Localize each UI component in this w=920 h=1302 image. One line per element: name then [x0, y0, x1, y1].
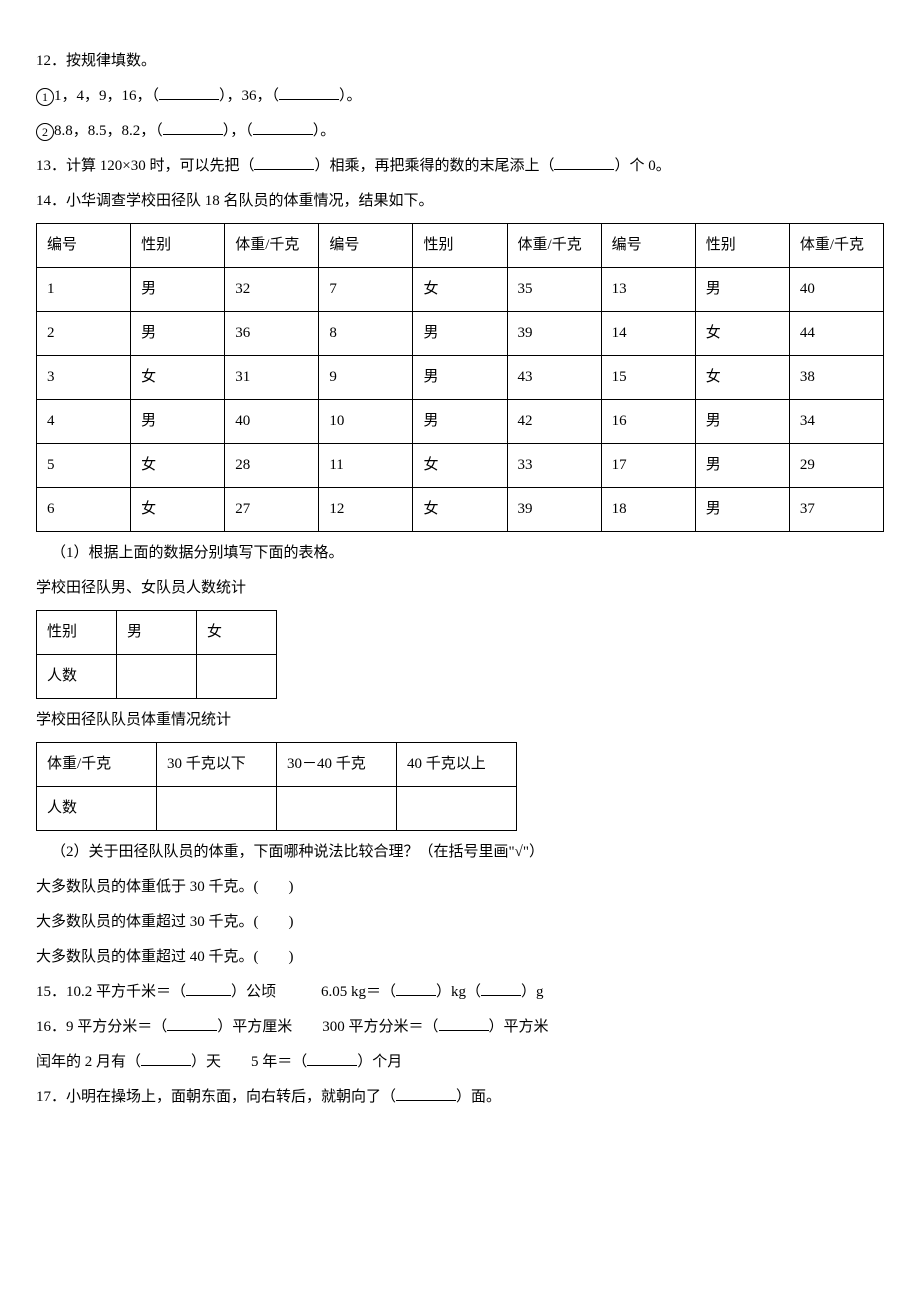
q13-c: ）个 0。 [614, 158, 670, 174]
table-row: 1男327女3513男40 [37, 268, 884, 312]
circle-2-icon: 2 [36, 123, 54, 141]
table-row: 性别 男 女 [37, 611, 277, 655]
q12-l2a: 8.8，8.5，8.2，（ [54, 123, 163, 139]
th: 性别 [131, 224, 225, 268]
q14-opt1: 大多数队员的体重低于 30 千克。( ) [36, 874, 884, 901]
th: 女 [197, 611, 277, 655]
table-row: 人数 [37, 655, 277, 699]
th: 编号 [601, 224, 695, 268]
table-row: 2男368男3914女44 [37, 312, 884, 356]
th: 编号 [319, 224, 413, 268]
table-header-row: 编号 性别 体重/千克 编号 性别 体重/千克 编号 性别 体重/千克 [37, 224, 884, 268]
q15-d: ）g [521, 984, 544, 1000]
table-row: 6女2712女3918男37 [37, 488, 884, 532]
th: 体重/千克 [789, 224, 883, 268]
table-row: 3女319男4315女38 [37, 356, 884, 400]
q12-line1: 11，4，9，16，（ ），36，（ ）。 [36, 83, 884, 110]
q13-a: 13．计算 120×30 时，可以先把（ [36, 158, 254, 174]
th: 性别 [695, 224, 789, 268]
th: 编号 [37, 224, 131, 268]
q15-a: 15．10.2 平方千米＝（ [36, 984, 186, 1000]
q12-l1b: ），36，（ [219, 88, 279, 104]
q14-sub2: （2）关于田径队队员的体重，下面哪种说法比较合理？（在括号里画"√"） [36, 839, 884, 866]
q12-l1a: 1，4，9，16，（ [54, 88, 159, 104]
circle-1-icon: 1 [36, 88, 54, 106]
q14-sub1: （1）根据上面的数据分别填写下面的表格。 [36, 540, 884, 567]
th: 性别 [37, 611, 117, 655]
blank [307, 1051, 357, 1066]
blank-cell [117, 655, 197, 699]
q12-title: 12．按规律填数。 [36, 48, 884, 75]
q17-a: 17．小明在操场上，面朝东面，向右转后，就朝向了（ [36, 1089, 396, 1105]
q16-line2: 闰年的 2 月有（ ）天 5 年＝（ ）个月 [36, 1049, 884, 1076]
blank [554, 155, 614, 170]
th: 40 千克以上 [397, 743, 517, 787]
q17-b: ）面。 [456, 1089, 501, 1105]
q16-l2a: 闰年的 2 月有（ [36, 1054, 141, 1070]
blank-cell [397, 787, 517, 831]
blank [254, 155, 314, 170]
q16-l2c: ）个月 [357, 1054, 402, 1070]
blank [159, 85, 219, 100]
q15-b: ）公顷 6.05 kg＝（ [231, 984, 396, 1000]
q14-opt3: 大多数队员的体重超过 40 千克。( ) [36, 944, 884, 971]
th: 性别 [413, 224, 507, 268]
blank [186, 981, 231, 996]
th: 体重/千克 [37, 743, 157, 787]
q13-b: ）相乘，再把乘得的数的末尾添上（ [314, 158, 554, 174]
blank [396, 981, 436, 996]
table-row: 5女2811女3317男29 [37, 444, 884, 488]
table-row: 4男4010男4216男34 [37, 400, 884, 444]
blank [396, 1086, 456, 1101]
blank [279, 85, 339, 100]
gender-table-caption: 学校田径队男、女队员人数统计 [36, 575, 884, 602]
weight-table-caption: 学校田径队队员体重情况统计 [36, 707, 884, 734]
q14-title: 14．小华调查学校田径队 18 名队员的体重情况，结果如下。 [36, 188, 884, 215]
th: 体重/千克 [225, 224, 319, 268]
blank-cell [277, 787, 397, 831]
th: 30 千克以下 [157, 743, 277, 787]
blank [167, 1016, 217, 1031]
q12-l1c: ）。 [339, 88, 362, 104]
blank [141, 1051, 191, 1066]
student-weight-table: 编号 性别 体重/千克 编号 性别 体重/千克 编号 性别 体重/千克 1男32… [36, 223, 884, 532]
th: 30－40 千克 [277, 743, 397, 787]
th: 体重/千克 [507, 224, 601, 268]
blank [481, 981, 521, 996]
blank-cell [157, 787, 277, 831]
q15-c: ）kg（ [436, 984, 481, 1000]
q12-line2: 28.8，8.5，8.2，（ ），（ ）。 [36, 118, 884, 145]
blank [439, 1016, 489, 1031]
q16-l1a: 16．9 平方分米＝（ [36, 1019, 167, 1035]
q16-l1b: ）平方厘米 300 平方分米＝（ [217, 1019, 438, 1035]
q16-line1: 16．9 平方分米＝（ ）平方厘米 300 平方分米＝（ ）平方米 [36, 1014, 884, 1041]
q16-l1c: ）平方米 [489, 1019, 549, 1035]
blank-cell [197, 655, 277, 699]
blank [163, 120, 223, 135]
q13: 13．计算 120×30 时，可以先把（ ）相乘，再把乘得的数的末尾添上（ ）个 0… [36, 153, 884, 180]
row-label: 人数 [37, 787, 157, 831]
q12-l2c: ）。 [313, 123, 336, 139]
q12-l2b: ），（ [223, 123, 253, 139]
th: 男 [117, 611, 197, 655]
row-label: 人数 [37, 655, 117, 699]
q17: 17．小明在操场上，面朝东面，向右转后，就朝向了（ ）面。 [36, 1084, 884, 1111]
q15: 15．10.2 平方千米＝（ ）公顷 6.05 kg＝（ ）kg（ ）g [36, 979, 884, 1006]
table-row: 人数 [37, 787, 517, 831]
q14-opt2: 大多数队员的体重超过 30 千克。( ) [36, 909, 884, 936]
q16-l2b: ）天 5 年＝（ [191, 1054, 307, 1070]
gender-stats-table: 性别 男 女 人数 [36, 610, 277, 699]
blank [253, 120, 313, 135]
weight-stats-table: 体重/千克 30 千克以下 30－40 千克 40 千克以上 人数 [36, 742, 517, 831]
table-row: 体重/千克 30 千克以下 30－40 千克 40 千克以上 [37, 743, 517, 787]
